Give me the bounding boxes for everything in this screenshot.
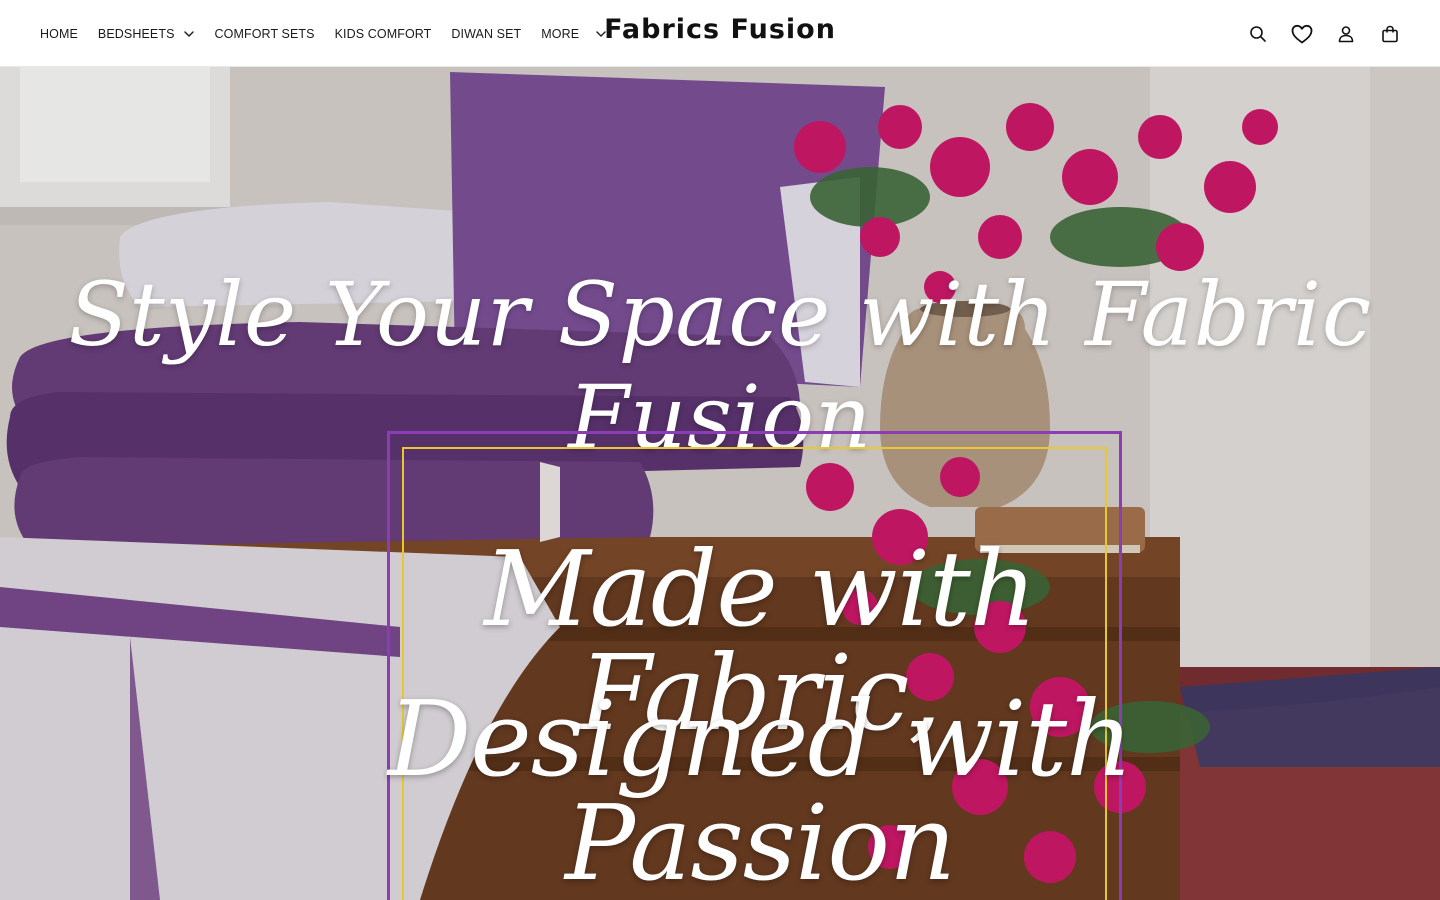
site-header: HOME BEDSHEETS COMFORT SETS KIDS COMFORT… [0, 0, 1440, 67]
chevron-down-icon [183, 28, 195, 40]
hero-banner[interactable]: Style Your Space with Fabric Fusion Made… [0, 67, 1440, 900]
nav-item-label: DIWAN SET [451, 26, 522, 41]
account-icon[interactable] [1332, 20, 1360, 48]
nav-item-comfort-sets[interactable]: COMFORT SETS [215, 27, 315, 41]
nav-item-home[interactable]: HOME [40, 27, 78, 41]
nav-item-kids-comfort[interactable]: KIDS COMFORT [335, 27, 432, 41]
nav-item-diwan-set[interactable]: DIWAN SET [451, 27, 521, 41]
nav-item-label: HOME [40, 26, 78, 41]
hero-tagline-line2: Designed with Passion [387, 678, 1133, 900]
nav-item-more[interactable]: MORE [541, 27, 607, 41]
nav-item-bedsheets[interactable]: BEDSHEETS [98, 27, 195, 41]
nav-item-label: BEDSHEETS [97, 26, 175, 41]
nav-item-label: KIDS COMFORT [334, 26, 432, 41]
main-nav: HOME BEDSHEETS COMFORT SETS KIDS COMFORT… [40, 0, 627, 67]
cart-icon[interactable] [1376, 20, 1404, 48]
nav-item-label: MORE [541, 26, 580, 41]
nav-item-label: COMFORT SETS [214, 26, 315, 41]
header-icons [1228, 20, 1404, 48]
search-icon[interactable] [1244, 20, 1272, 48]
heart-icon[interactable] [1288, 20, 1316, 48]
site-logo[interactable]: Fabrics Fusion [604, 14, 836, 45]
